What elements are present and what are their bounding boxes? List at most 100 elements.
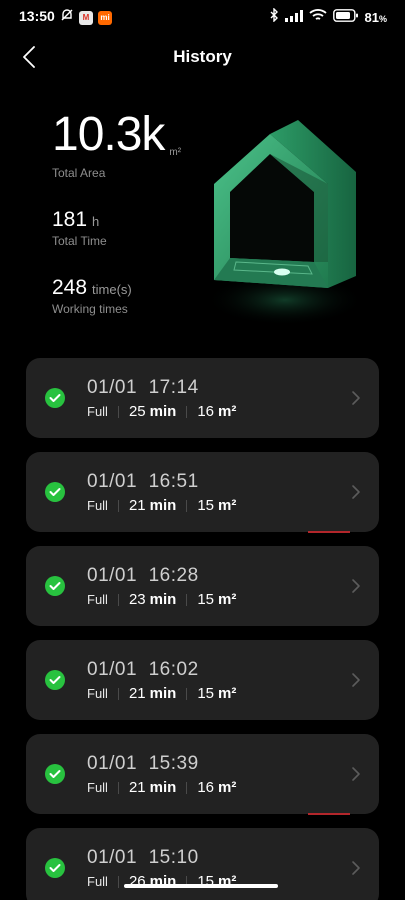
divider bbox=[117, 593, 119, 606]
card-time: 15:39 bbox=[148, 753, 199, 774]
gmail-icon: M bbox=[79, 10, 93, 25]
card-details: Full 23 min 15 m² bbox=[87, 591, 236, 608]
total-time-label: Total Time bbox=[52, 234, 107, 248]
card-date: 01/01 bbox=[87, 659, 138, 680]
card-time: 16:51 bbox=[148, 471, 199, 492]
divider bbox=[117, 875, 119, 888]
card-mode: Full bbox=[87, 498, 108, 513]
card-mode: Full bbox=[87, 404, 108, 419]
red-underline-mark bbox=[308, 813, 350, 815]
card-duration-value: 21 bbox=[128, 685, 146, 702]
do-not-disturb-icon bbox=[60, 8, 74, 27]
status-bar: 13:50 M mi 81% bbox=[0, 0, 405, 32]
card-duration-value: 21 bbox=[128, 779, 146, 796]
card-area-value: 15 bbox=[197, 591, 214, 608]
card-area-unit: m² bbox=[218, 779, 237, 796]
card-time: 16:02 bbox=[148, 659, 199, 680]
divider bbox=[186, 781, 188, 794]
history-list: 01/01 17:14 Full 25 min 16 m² 01/01 16:5… bbox=[26, 358, 379, 900]
history-card[interactable]: 01/01 16:28 Full 23 min 15 m² bbox=[26, 546, 379, 626]
card-details: Full 21 min 16 m² bbox=[87, 779, 236, 796]
battery-icon bbox=[332, 8, 359, 27]
chevron-right-icon bbox=[352, 391, 360, 405]
card-duration-value: 21 bbox=[128, 497, 146, 514]
card-datetime: 01/01 15:10 bbox=[87, 847, 199, 869]
success-check-icon bbox=[45, 482, 65, 502]
divider bbox=[186, 687, 188, 700]
card-time: 16:28 bbox=[148, 565, 199, 586]
divider bbox=[117, 499, 119, 512]
success-check-icon bbox=[45, 670, 65, 690]
battery-percent: 81% bbox=[364, 10, 387, 25]
red-underline-mark bbox=[308, 531, 350, 533]
card-duration-unit: min bbox=[149, 591, 177, 608]
bluetooth-icon bbox=[269, 7, 279, 27]
divider bbox=[117, 781, 119, 794]
divider bbox=[186, 405, 188, 418]
history-screen: 13:50 M mi 81% History 10.3k m² Total Ar… bbox=[0, 0, 405, 900]
card-area-value: 15 bbox=[197, 685, 214, 702]
working-times-unit: time(s) bbox=[92, 282, 132, 297]
signal-icon bbox=[284, 9, 303, 27]
card-details: Full 21 min 15 m² bbox=[87, 497, 236, 514]
charging-station-image bbox=[200, 112, 370, 332]
card-duration-unit: min bbox=[149, 497, 177, 514]
working-times-value: 248 bbox=[52, 276, 88, 299]
card-duration-unit: min bbox=[149, 403, 177, 420]
card-datetime: 01/01 17:14 bbox=[87, 377, 199, 399]
card-datetime: 01/01 16:28 bbox=[87, 565, 199, 587]
history-card[interactable]: 01/01 16:02 Full 21 min 15 m² bbox=[26, 640, 379, 720]
success-check-icon bbox=[45, 764, 65, 784]
history-card[interactable]: 01/01 15:39 Full 21 min 16 m² bbox=[26, 734, 379, 815]
card-area-unit: m² bbox=[218, 403, 237, 420]
card-datetime: 01/01 15:39 bbox=[87, 753, 199, 775]
home-indicator-bar[interactable] bbox=[124, 884, 278, 888]
success-check-icon bbox=[45, 858, 65, 878]
card-datetime: 01/01 16:02 bbox=[87, 659, 199, 681]
chevron-right-icon bbox=[352, 673, 360, 687]
success-check-icon bbox=[45, 576, 65, 596]
card-date: 01/01 bbox=[87, 471, 138, 492]
card-duration-value: 23 bbox=[128, 591, 146, 608]
card-time: 17:14 bbox=[148, 377, 199, 398]
card-area-unit: m² bbox=[218, 497, 237, 514]
card-time: 15:10 bbox=[148, 847, 199, 868]
chevron-right-icon bbox=[352, 767, 360, 781]
card-duration-unit: min bbox=[149, 779, 177, 796]
status-time: 13:50 bbox=[19, 8, 55, 24]
card-details: Full 21 min 15 m² bbox=[87, 685, 236, 702]
total-time-stat: 181 h Total Time bbox=[52, 208, 107, 248]
card-details: Full 25 min 16 m² bbox=[87, 403, 236, 420]
success-check-icon bbox=[45, 388, 65, 408]
total-time-unit: h bbox=[92, 214, 100, 229]
chevron-right-icon bbox=[352, 861, 360, 875]
divider bbox=[186, 499, 188, 512]
system-icons: 81% bbox=[269, 7, 387, 27]
card-area-value: 16 bbox=[197, 779, 214, 796]
wifi-icon bbox=[308, 8, 327, 27]
card-area-value: 15 bbox=[197, 497, 214, 514]
history-card[interactable]: 01/01 17:14 Full 25 min 16 m² bbox=[26, 358, 379, 438]
history-card[interactable]: 01/01 15:10 Full 26 min 15 m² bbox=[26, 828, 379, 900]
page-title: History bbox=[173, 47, 232, 66]
card-mode: Full bbox=[87, 592, 108, 607]
total-time-value: 181 bbox=[52, 208, 88, 231]
divider bbox=[117, 405, 119, 418]
header: History bbox=[0, 36, 405, 78]
card-mode: Full bbox=[87, 874, 108, 889]
chevron-right-icon bbox=[352, 485, 360, 499]
working-times-label: Working times bbox=[52, 302, 128, 316]
divider bbox=[186, 593, 188, 606]
total-area-value: 10.3k bbox=[52, 108, 165, 161]
card-duration-value: 25 bbox=[128, 403, 146, 420]
card-mode: Full bbox=[87, 686, 108, 701]
card-area-unit: m² bbox=[218, 685, 237, 702]
divider bbox=[117, 687, 119, 700]
card-date: 01/01 bbox=[87, 753, 138, 774]
card-datetime: 01/01 16:51 bbox=[87, 471, 199, 493]
total-area-unit: m² bbox=[169, 147, 182, 158]
mi-app-icon: mi bbox=[98, 10, 112, 25]
total-area-label: Total Area bbox=[52, 166, 106, 180]
history-card[interactable]: 01/01 16:51 Full 21 min 15 m² bbox=[26, 452, 379, 533]
card-area-value: 16 bbox=[197, 403, 214, 420]
